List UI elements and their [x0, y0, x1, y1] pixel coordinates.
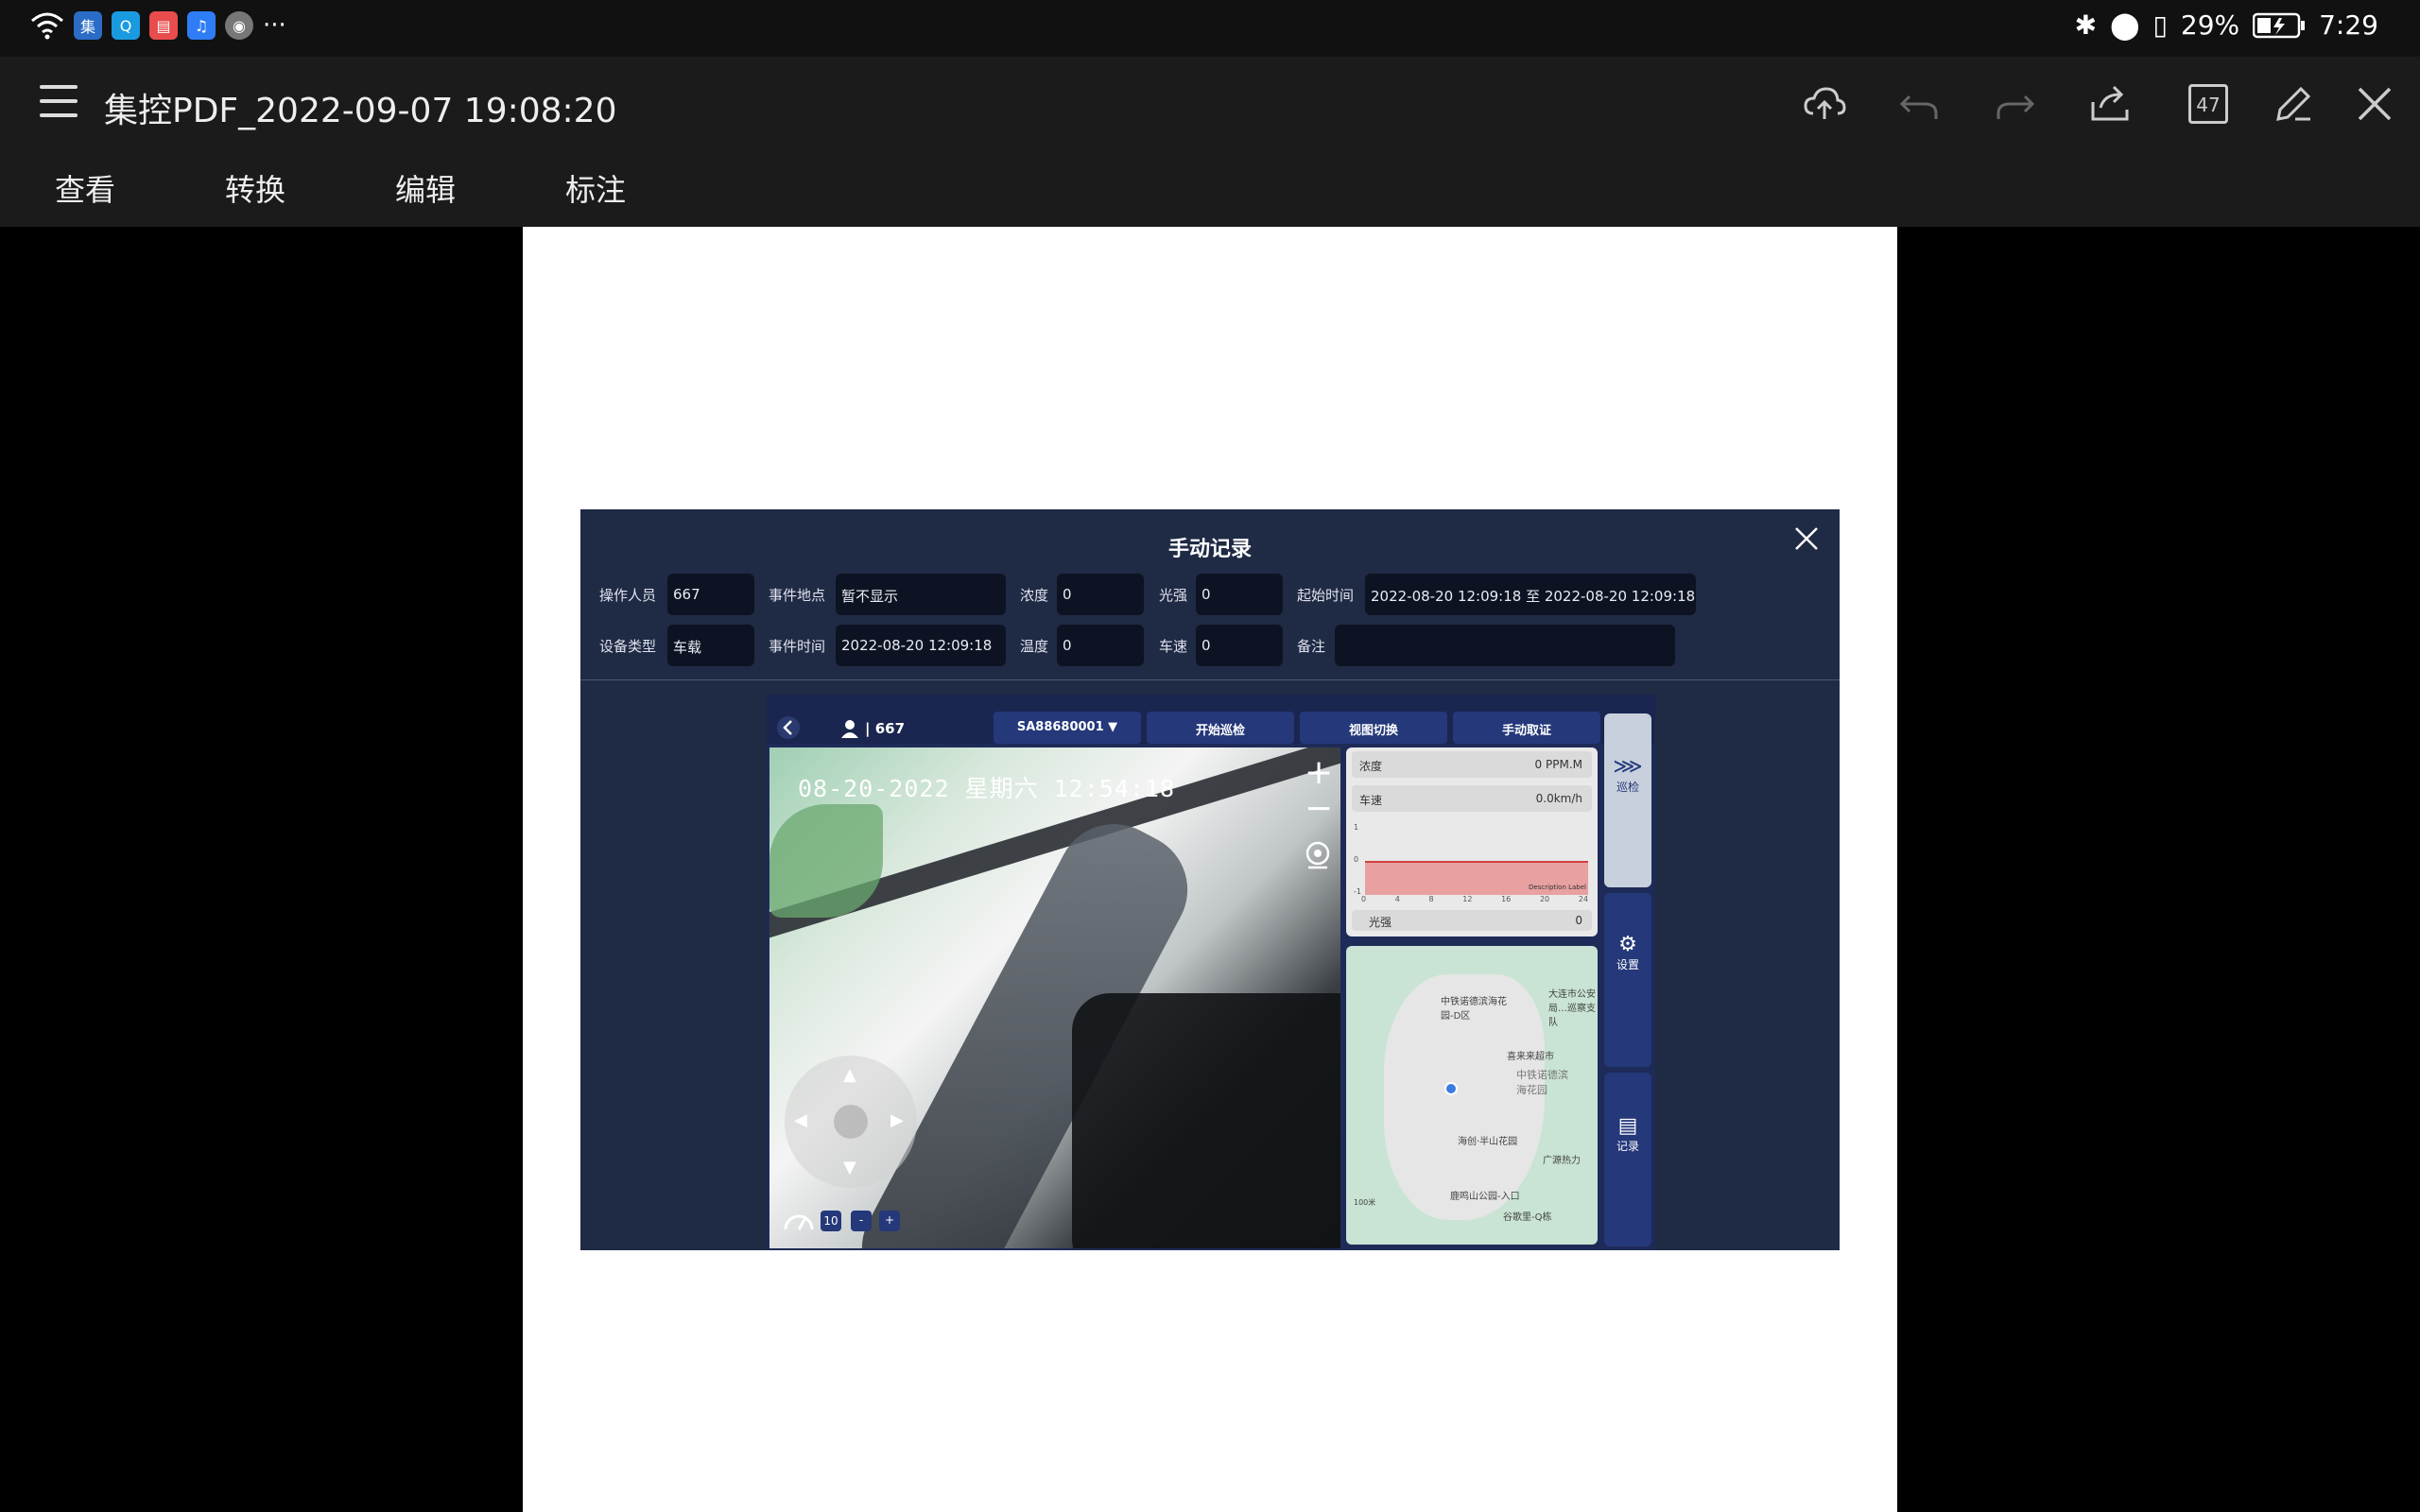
manual-evidence-button: 手动取证: [1453, 712, 1600, 744]
dialog-divider: [580, 679, 1840, 680]
search-app-icon: Q: [112, 11, 140, 40]
tab-annotate[interactable]: 标注: [510, 161, 681, 227]
temperature-field: 0: [1057, 625, 1144, 666]
document-title: 集控PDF_2022-09-07 19:08:20: [104, 92, 617, 130]
device-type-field: 车载: [667, 625, 754, 666]
operator-label: 操作人员: [599, 587, 657, 604]
view-switch-button: 视图切换: [1300, 712, 1447, 744]
location-icon: ⬤: [2110, 9, 2140, 41]
temperature-label: 温度: [1020, 638, 1049, 655]
manual-record-dialog: 手动记录 操作人员 667 事件地点 暂不显示 浓度 0 光强 0 起始时间 2…: [580, 509, 1840, 1250]
user-icon: [841, 720, 858, 738]
more-notifications-icon: ···: [263, 11, 286, 40]
zoom-out-icon: −: [1305, 789, 1334, 828]
app-notification-icon: 集: [74, 11, 102, 40]
page-count-icon[interactable]: 47: [2182, 77, 2235, 130]
device-type-label: 设备类型: [599, 638, 657, 655]
start-patrol-button: 开始巡检: [1147, 712, 1294, 744]
event-time-field: 2022-08-20 12:09:18: [836, 625, 1006, 666]
start-time-field: 2022-08-20 12:09:18 至 2022-08-20 12:09:1…: [1365, 574, 1696, 615]
camera-timestamp: 08-20-2022 星期六 12:54:18: [798, 775, 1176, 802]
dialog-title: 手动记录: [1167, 538, 1252, 561]
leaf-shape: [769, 804, 883, 918]
evidence-screenshot: | 667 SA88680001 ▼ 开始巡检 视图切换 手动取证 08-20-…: [767, 695, 1655, 1250]
dialog-close-icon[interactable]: [1790, 523, 1823, 555]
tab-view[interactable]: 查看: [0, 161, 170, 227]
menu-tabs: 查看 转换 编辑 标注: [0, 161, 681, 227]
browser-app-icon: ◉: [225, 11, 253, 40]
location-label: 事件地点: [769, 587, 826, 604]
music-app-icon: ♫: [187, 11, 216, 40]
battery-charging-icon: [2253, 12, 2306, 38]
sensor-panel: 浓度 0 PPM.M 车速 0.0km/h 1 0 -1 Description L…: [1346, 747, 1598, 936]
redo-icon[interactable]: [1989, 77, 2042, 130]
side-settings: ⚙ 设置: [1604, 893, 1651, 1067]
note-field: [1335, 625, 1675, 666]
event-time-label: 事件时间: [769, 638, 826, 655]
speed-field: 0: [1196, 625, 1283, 666]
back-icon: [777, 716, 800, 739]
device-select: SA88680001 ▼: [994, 712, 1141, 744]
clock: 7:29: [2319, 9, 2378, 41]
speedometer-icon: [784, 1214, 814, 1230]
vibrate-icon: ▯: [2152, 9, 2168, 41]
shop-app-icon: ▤: [149, 11, 178, 40]
concentration-field: 0: [1057, 574, 1144, 615]
camera-view: 08-20-2022 星期六 12:54:18 + − ▲ ▼ ◀ ▶ 10 -…: [769, 747, 1340, 1248]
speed-plus: +: [879, 1211, 900, 1231]
operator-field: 667: [667, 574, 754, 615]
speed-label: 车速: [1159, 638, 1188, 655]
speed-row: 车速 0.0km/h: [1352, 785, 1592, 812]
bluetooth-icon: ✱: [2074, 9, 2098, 41]
light-row: 光强 0: [1352, 910, 1592, 931]
cloud-upload-icon[interactable]: [1798, 77, 1851, 130]
zoom-in-icon: +: [1305, 753, 1334, 792]
edit-pen-icon[interactable]: [2267, 77, 2320, 130]
side-records: ▤ 记录: [1604, 1073, 1651, 1246]
location-field: 暂不显示: [836, 574, 1006, 615]
close-icon[interactable]: [2348, 77, 2401, 130]
app-toolbar: 集控PDF_2022-09-07 19:08:20 47 查看 转换 编辑 标注: [0, 57, 2420, 227]
ptz-joystick: ▲ ▼ ◀ ▶: [785, 1056, 917, 1188]
note-label: 备注: [1297, 638, 1326, 655]
tab-edit[interactable]: 编辑: [340, 161, 510, 227]
start-time-label: 起始时间: [1297, 587, 1355, 604]
wifi-icon: [31, 12, 63, 40]
page-count: 47: [2188, 84, 2228, 124]
screenshot-user: | 667: [865, 720, 906, 737]
camera-icon: [1305, 841, 1330, 869]
mini-chart: 1 0 -1 Description Label 0 4 8 12 16 20 24: [1354, 823, 1588, 903]
side-patrol: ⋙ 巡检: [1604, 713, 1651, 887]
status-bar: 集 Q ▤ ♫ ◉ ··· ✱ ⬤ ▯ 29% 7:29: [0, 0, 2420, 57]
undo-icon[interactable]: [1893, 77, 1945, 130]
menu-icon[interactable]: [40, 85, 78, 123]
light-field: 0: [1196, 574, 1283, 615]
share-icon[interactable]: [2083, 77, 2136, 130]
tab-convert[interactable]: 转换: [170, 161, 340, 227]
map-view: 中铁诺德滨海花园-D区 大连市公安局…巡察支队 喜来来超市 中铁诺德滨海花园 海…: [1346, 946, 1598, 1245]
speed-minus: -: [851, 1211, 872, 1231]
location-marker: [1444, 1082, 1458, 1095]
screenshot-side-menu: ⋙ 巡检 ⚙ 设置 ▤ 记录: [1604, 713, 1651, 1248]
light-label: 光强: [1159, 587, 1188, 604]
screenshot-topbar: | 667 SA88680001 ▼ 开始巡检 视图切换 手动取证: [767, 695, 1655, 744]
speed-level: 10: [821, 1211, 841, 1231]
battery-percent: 29%: [2180, 9, 2240, 41]
concentration-label: 浓度: [1020, 587, 1049, 604]
concentration-row: 浓度 0 PPM.M: [1352, 751, 1592, 778]
